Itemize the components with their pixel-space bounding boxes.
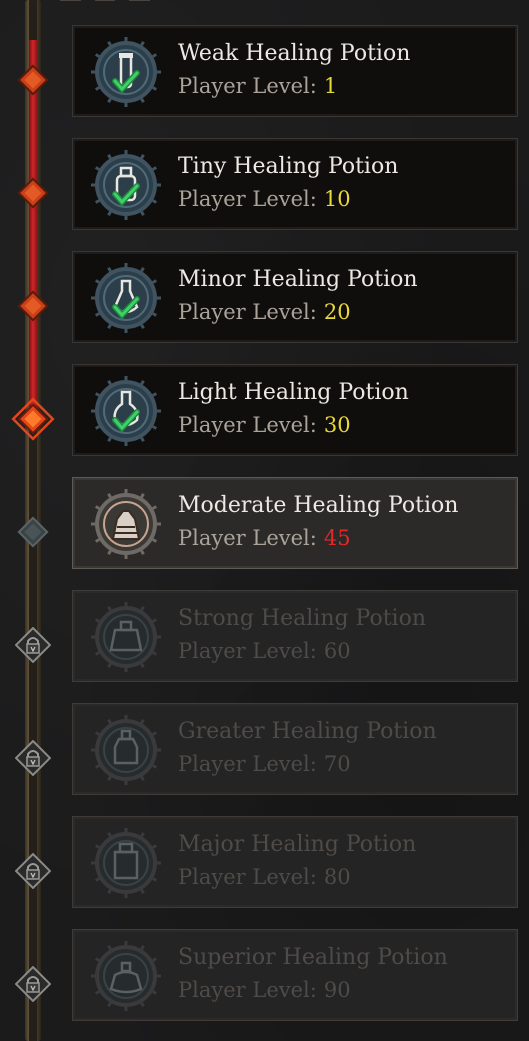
potion-name: Light Healing Potion <box>178 380 409 405</box>
player-level-label: Player Level: <box>178 639 317 663</box>
potion-name: Weak Healing Potion <box>178 41 411 66</box>
player-level-requirement: Player Level: 30 <box>178 413 351 437</box>
lock-icon <box>14 852 52 890</box>
player-level-label: Player Level: <box>178 526 317 550</box>
major-potion-icon <box>91 828 161 898</box>
potion-card-superior[interactable]: Superior Healing Potion Player Level: 90 <box>72 929 518 1021</box>
potion-card-strong[interactable]: Strong Healing Potion Player Level: 60 <box>72 590 518 682</box>
potion-name: Major Healing Potion <box>178 832 417 857</box>
potion-card-major[interactable]: Major Healing Potion Player Level: 80 <box>72 816 518 908</box>
potion-card-weak[interactable]: Weak Healing Potion Player Level: 1 <box>72 25 518 117</box>
progress-node-complete <box>15 175 51 211</box>
progress-node-pending <box>15 514 51 550</box>
potion-card-minor[interactable]: Minor Healing Potion Player Level: 20 <box>72 251 518 343</box>
light-potion-icon <box>91 376 161 446</box>
player-level-requirement: Player Level: 70 <box>178 752 351 776</box>
player-level-requirement: Player Level: 10 <box>178 187 351 211</box>
potion-name: Strong Healing Potion <box>178 606 427 631</box>
superior-potion-icon <box>91 941 161 1011</box>
player-level-value: 70 <box>323 752 351 776</box>
tiny-potion-icon <box>91 150 161 220</box>
moderate-potion-icon <box>91 489 161 559</box>
player-level-requirement: Player Level: 45 <box>178 526 351 550</box>
potion-card-greater[interactable]: Greater Healing Potion Player Level: 70 <box>72 703 518 795</box>
player-level-value: 30 <box>323 413 351 437</box>
potion-name: Greater Healing Potion <box>178 719 437 744</box>
player-level-value: 45 <box>323 526 351 550</box>
lock-icon <box>14 739 52 777</box>
player-level-requirement: Player Level: 20 <box>178 300 351 324</box>
potion-card-light[interactable]: Light Healing Potion Player Level: 30 <box>72 364 518 456</box>
player-level-requirement: Player Level: 1 <box>178 74 337 98</box>
progress-node-complete <box>15 288 51 324</box>
lock-icon <box>14 965 52 1003</box>
progress-node-complete <box>15 62 51 98</box>
player-level-value: 90 <box>323 978 351 1002</box>
greater-potion-icon <box>91 715 161 785</box>
player-level-value: 10 <box>323 187 351 211</box>
potion-name: Tiny Healing Potion <box>178 154 399 179</box>
player-level-value: 20 <box>323 300 351 324</box>
player-level-value: 60 <box>323 639 351 663</box>
player-level-label: Player Level: <box>178 978 317 1002</box>
player-level-label: Player Level: <box>178 300 317 324</box>
potion-name: Superior Healing Potion <box>178 945 448 970</box>
player-level-label: Player Level: <box>178 187 317 211</box>
weak-potion-icon <box>91 37 161 107</box>
potion-card-moderate[interactable]: Moderate Healing Potion Player Level: 45 <box>72 477 518 569</box>
player-level-label: Player Level: <box>178 74 317 98</box>
top-ornament <box>60 0 150 1</box>
player-level-label: Player Level: <box>178 752 317 776</box>
player-level-value: 80 <box>323 865 351 889</box>
minor-potion-icon <box>91 263 161 333</box>
strong-potion-icon <box>91 602 161 672</box>
lock-icon <box>14 626 52 664</box>
potion-card-tiny[interactable]: Tiny Healing Potion Player Level: 10 <box>72 138 518 230</box>
player-level-value: 1 <box>323 74 338 98</box>
progress-node-active <box>10 396 56 442</box>
player-level-requirement: Player Level: 90 <box>178 978 351 1002</box>
player-level-requirement: Player Level: 60 <box>178 639 351 663</box>
player-level-label: Player Level: <box>178 413 317 437</box>
potion-name: Minor Healing Potion <box>178 267 418 292</box>
player-level-label: Player Level: <box>178 865 317 889</box>
player-level-requirement: Player Level: 80 <box>178 865 351 889</box>
potion-name: Moderate Healing Potion <box>178 493 459 518</box>
